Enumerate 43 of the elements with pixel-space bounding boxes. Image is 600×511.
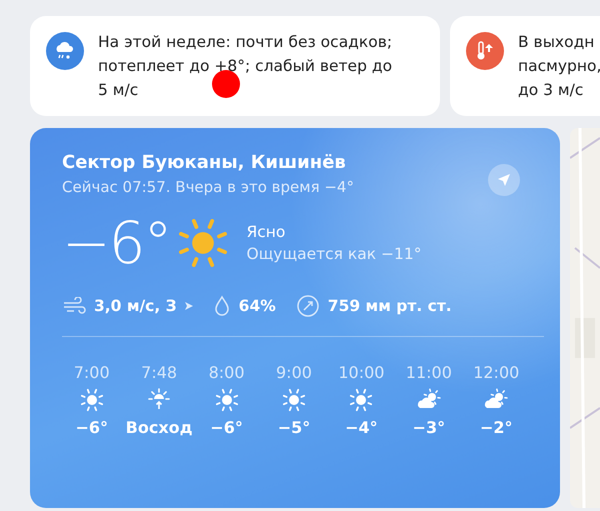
hour-value: −3° bbox=[412, 418, 446, 437]
sun-icon bbox=[80, 388, 104, 412]
wind-direction-icon bbox=[184, 302, 193, 310]
feels-like-text: Ощущается как −11° bbox=[246, 245, 422, 263]
hour-value: −6° bbox=[210, 418, 243, 437]
hour-value: −4° bbox=[345, 418, 378, 437]
hour-time: 7:48 bbox=[141, 363, 178, 382]
rain-cloud-icon bbox=[54, 41, 76, 61]
summary-text: потеплеет до +8°; слабый ветер до bbox=[98, 56, 392, 77]
forecast-summary-card[interactable]: На этой неделе: почти без осадков; потеплеет до +8°; слабый ветер до 5 м/с bbox=[30, 16, 440, 116]
gauge-icon bbox=[296, 294, 320, 318]
summary-text: На этой неделе: почти без осадков; bbox=[98, 32, 392, 53]
hour-value: −2° bbox=[480, 418, 513, 437]
hour-time: 10:00 bbox=[338, 363, 384, 382]
detail-value: 64% bbox=[238, 297, 276, 315]
wind-icon bbox=[62, 297, 86, 315]
time-subtitle: Сейчас 07:57. Вчера в это время −4° bbox=[62, 178, 354, 196]
hour-time: 9:00 bbox=[276, 363, 312, 382]
sun-icon bbox=[282, 388, 306, 412]
hour-value: Восход bbox=[126, 418, 193, 437]
current-temperature: −6° bbox=[62, 214, 170, 272]
navigation-arrow-icon bbox=[497, 173, 511, 187]
sun-icon bbox=[349, 388, 374, 412]
condition-text: Ясно bbox=[246, 223, 286, 241]
hour-time: 7:00 bbox=[74, 363, 110, 382]
sunrise-icon bbox=[147, 388, 172, 412]
location-button[interactable] bbox=[488, 164, 520, 196]
detail-value: 759 мм рт. ст. bbox=[328, 297, 452, 315]
hour-time: 11:00 bbox=[406, 363, 452, 382]
hour-time: 12:00 bbox=[473, 363, 520, 382]
summary-text: В выходн bbox=[518, 32, 594, 53]
location-title: Сектор Буюканы, Кишинёв bbox=[62, 152, 347, 173]
hour-value: −5° bbox=[278, 418, 310, 437]
forecast-summary-card[interactable]: В выходн пасмурно, до 3 м/с bbox=[450, 16, 600, 116]
summary-text: 5 м/с bbox=[98, 80, 138, 101]
sun-icon bbox=[214, 388, 239, 412]
summary-text: до 3 м/с bbox=[518, 80, 584, 101]
summary-text: пасмурно, bbox=[518, 56, 600, 77]
hour-time: 8:00 bbox=[208, 363, 245, 382]
sun-icon bbox=[176, 217, 228, 269]
hour-value: −6° bbox=[75, 418, 108, 437]
detail-value: 3,0 м/с, З bbox=[94, 297, 177, 315]
drop-icon bbox=[212, 295, 231, 317]
